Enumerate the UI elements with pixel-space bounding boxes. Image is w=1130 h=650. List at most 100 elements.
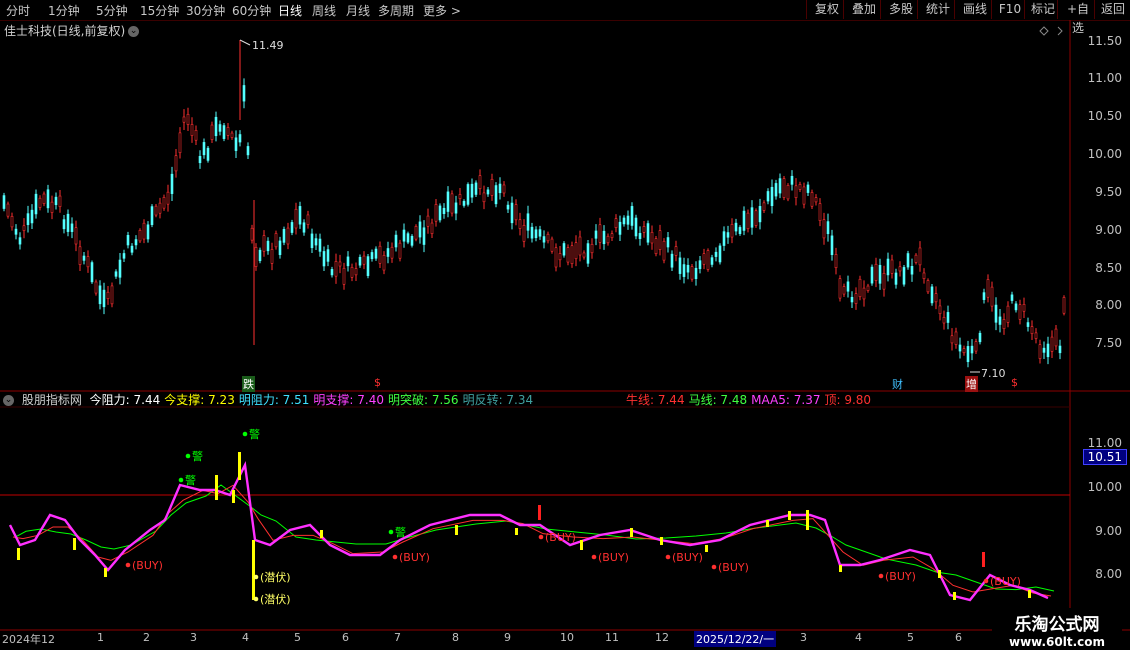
event-tag-dividend-2[interactable]: $ (1011, 376, 1018, 389)
chevron-right-icon[interactable] (1057, 26, 1063, 36)
candle-body (226, 127, 230, 136)
candle-body (746, 212, 750, 230)
kline-chart[interactable]: (BUY) (BUY) (BUY) (BUY) (BUY) (BUY) (BUY) (BUY)… (0, 0, 1130, 650)
candle-body (138, 229, 142, 242)
candle-body (170, 173, 174, 194)
event-tag-increase[interactable]: 增 (965, 376, 978, 392)
candle-body (630, 206, 634, 226)
alert-signal-text: 警 (185, 473, 196, 487)
candle-body (382, 254, 386, 271)
candle-body (978, 332, 982, 343)
candle-body (142, 222, 146, 240)
candle-body (594, 230, 598, 239)
candle-body (822, 219, 826, 239)
candle-body (950, 335, 954, 344)
candle-body (430, 222, 434, 234)
alert-signal-text: 警 (192, 449, 203, 463)
candle-body (162, 197, 166, 209)
candle-body (766, 191, 770, 202)
y-tick: 8.00 (1095, 298, 1122, 312)
candle-body (242, 85, 246, 102)
candle-body (726, 232, 730, 238)
signal-bar (630, 528, 633, 537)
candle-body (334, 261, 338, 277)
candle-body (338, 261, 342, 267)
event-tag-dividend[interactable]: $ (374, 376, 381, 389)
candle-body (190, 124, 194, 136)
candle-body (342, 267, 346, 285)
candle-body (862, 287, 866, 300)
candle-body (682, 264, 686, 277)
warning-bar (982, 552, 985, 567)
candle-body (370, 252, 374, 260)
signal-bar (17, 548, 20, 560)
date-tick: 5 (907, 631, 914, 644)
indicator-header-right: 牛线: 7.44 马线: 7.48 MAA5: 7.37 顶: 9.80 (626, 391, 879, 407)
candle-body (782, 178, 786, 198)
candle-body (10, 216, 14, 228)
candle-body (602, 230, 606, 245)
candle-body (946, 312, 950, 323)
candle-body (522, 225, 526, 242)
candle-body (402, 229, 406, 242)
candle-body (210, 124, 214, 140)
candle-body (790, 175, 794, 185)
event-tag-finance[interactable]: 财 (892, 376, 903, 392)
candle-body (6, 203, 10, 217)
candle-body (882, 273, 886, 290)
signal-bar (320, 530, 323, 538)
lurk-signal: (潜伏) (253, 592, 291, 606)
date-tick: 2024年12 (2, 633, 55, 646)
candle-body (494, 185, 498, 205)
indicator-value: 牛线: 7.44 (626, 393, 685, 407)
candle-body (850, 296, 854, 303)
candle-body (178, 132, 182, 154)
candle-body (270, 249, 274, 264)
candle-body (110, 285, 114, 305)
candle-body (686, 264, 690, 273)
lurk-signal-text: (潜伏) (260, 570, 291, 584)
candle-body (306, 214, 310, 225)
candle-body (742, 210, 746, 231)
buy-signal: (BUY) (538, 531, 576, 544)
candle-body (374, 248, 378, 259)
candle-body (174, 155, 178, 172)
candle-body (658, 230, 662, 250)
candle-body (514, 204, 518, 221)
chevron-down-icon[interactable]: ⌄ (3, 395, 14, 406)
candle-body (546, 233, 550, 242)
candle-body (486, 189, 490, 195)
buy-signal: (BUY) (983, 575, 1021, 588)
candle-body (966, 346, 970, 363)
candle-body (234, 137, 238, 151)
candle-body (250, 227, 254, 241)
candle-body (674, 246, 678, 256)
indicator-value: MAA5: 7.37 (751, 393, 821, 407)
buy-signal-text: (BUY) (545, 531, 576, 544)
candle-body (758, 206, 762, 223)
diamond-icon[interactable] (1039, 26, 1049, 36)
event-tag-drop[interactable]: 跌 (242, 376, 255, 392)
candle-body (574, 242, 578, 260)
candle-body (350, 267, 354, 278)
candle-body (1042, 347, 1046, 353)
candle-body (626, 215, 630, 225)
indicator-name[interactable]: 股朋指标网 (22, 393, 82, 407)
candle-body (418, 221, 422, 238)
candle-body (66, 213, 70, 232)
candle-body (146, 224, 150, 240)
candle-body (810, 192, 814, 207)
low-price-label: 7.10 (981, 367, 1006, 380)
alert-signal: 警 (242, 427, 260, 441)
current-value-badge: 10.51 (1082, 449, 1127, 465)
candle-body (1018, 304, 1022, 320)
date-tick: 6 (955, 631, 962, 644)
candle-body (14, 228, 18, 235)
candle-body (238, 134, 242, 143)
candle-body (586, 243, 590, 264)
candle-body (330, 269, 334, 276)
y-tick: 8.50 (1095, 261, 1122, 275)
candle-body (62, 219, 66, 230)
candle-body (734, 222, 738, 232)
candle-body (78, 246, 82, 265)
